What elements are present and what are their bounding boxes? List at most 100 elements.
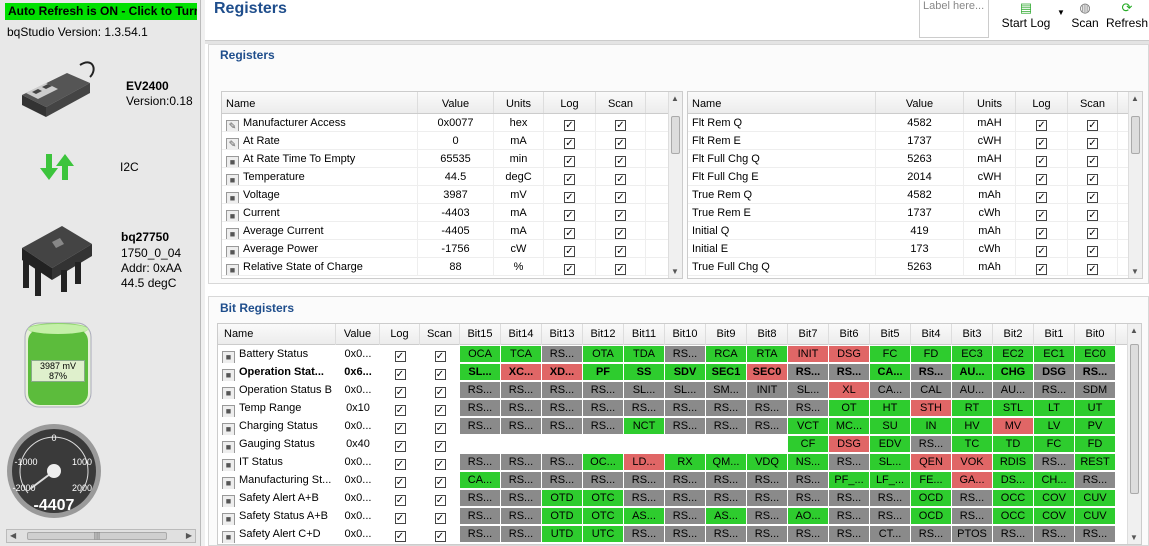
bit-cell[interactable]: DSG: [829, 436, 870, 452]
register-row[interactable]: True Rem Q 4582 mAh ✓ ✓: [688, 186, 1142, 204]
bit-register-row[interactable]: ■ Battery Status 0x0... ✓ ✓ OCA TCA RS... OTA TDA…: [218, 345, 1141, 363]
bit-cell[interactable]: RS...: [788, 526, 829, 542]
register-row[interactable]: ■ Current -4403 mA ✓ ✓: [222, 204, 682, 222]
scan-checkbox[interactable]: ✓: [1087, 228, 1098, 239]
bit-cell[interactable]: RS...: [665, 508, 706, 524]
log-checkbox[interactable]: ✓: [564, 210, 575, 221]
bit-cell[interactable]: FC: [1034, 436, 1075, 452]
col-bit12[interactable]: Bit12: [583, 324, 624, 345]
col-bit2[interactable]: Bit2: [993, 324, 1034, 345]
log-checkbox[interactable]: ✓: [1036, 246, 1047, 257]
bit-cell[interactable]: RS...: [665, 346, 706, 362]
scan-checkbox[interactable]: ✓: [615, 228, 626, 239]
bit-cell[interactable]: RS...: [624, 400, 665, 416]
col-bit10[interactable]: Bit10: [665, 324, 706, 345]
bit-cell[interactable]: UTC: [583, 526, 624, 542]
bit-cell[interactable]: CUV: [1075, 508, 1116, 524]
register-row[interactable]: True Full Chg Q 5263 mAh ✓ ✓: [688, 258, 1142, 276]
scan-button[interactable]: ◍ Scan: [1068, 0, 1102, 38]
bit-cell[interactable]: RS...: [1034, 526, 1075, 542]
scroll-thumb[interactable]: [671, 116, 680, 154]
bit-cell[interactable]: RS...: [911, 436, 952, 452]
bit-cell[interactable]: OCD: [911, 490, 952, 506]
col-bit6[interactable]: Bit6: [829, 324, 870, 345]
bit-cell[interactable]: RS...: [747, 508, 788, 524]
bit-cell[interactable]: EC0: [1075, 346, 1116, 362]
scan-checkbox[interactable]: ✓: [615, 156, 626, 167]
bit-cell[interactable]: FD: [911, 346, 952, 362]
scroll-up-icon[interactable]: ▲: [671, 94, 679, 103]
edit-pencil-icon[interactable]: ✎: [226, 120, 239, 131]
bit-cell[interactable]: HV: [952, 418, 993, 434]
bit-cell[interactable]: RS...: [460, 508, 501, 524]
bit-cell[interactable]: CA...: [870, 364, 911, 380]
bit-cell[interactable]: RS...: [583, 400, 624, 416]
bit-cell[interactable]: RS...: [952, 490, 993, 506]
register-row[interactable]: ■ Average Current -4405 mA ✓ ✓: [222, 222, 682, 240]
bit-cell[interactable]: SL...: [870, 454, 911, 470]
bit-cell[interactable]: OTA: [583, 346, 624, 362]
log-checkbox[interactable]: ✓: [394, 369, 406, 380]
scan-checkbox[interactable]: ✓: [615, 174, 626, 185]
registers-left-scrollbar[interactable]: ▲ ▼: [668, 92, 682, 278]
refresh-button[interactable]: ⟳ Refresh: [1106, 0, 1148, 38]
bit-cell[interactable]: RS...: [542, 382, 583, 398]
bit-cell[interactable]: COV: [1034, 508, 1075, 524]
bit-cell[interactable]: VCT: [788, 418, 829, 434]
col-bit8[interactable]: Bit8: [747, 324, 788, 345]
bit-cell[interactable]: INIT: [747, 382, 788, 398]
bit-cell[interactable]: RS...: [706, 490, 747, 506]
bit-cell[interactable]: TC: [952, 436, 993, 452]
bit-cell[interactable]: RS...: [747, 472, 788, 488]
bit-cell[interactable]: SL...: [665, 382, 706, 398]
bit-cell[interactable]: LF_...: [870, 472, 911, 488]
bit-cell[interactable]: OC...: [583, 454, 624, 470]
bit-cell[interactable]: LV: [1034, 418, 1075, 434]
start-log-dropdown-icon[interactable]: ▼: [1057, 8, 1065, 17]
bit-cell[interactable]: RS...: [1075, 526, 1116, 542]
bit-cell[interactable]: RS...: [870, 490, 911, 506]
register-row[interactable]: Flt Rem E 1737 cWH ✓ ✓: [688, 132, 1142, 150]
bit-cell[interactable]: VDQ: [747, 454, 788, 470]
log-checkbox[interactable]: ✓: [1036, 120, 1047, 131]
bit-register-row[interactable]: ■ IT Status 0x0... ✓ ✓ RS... RS... RS... OC... LD…: [218, 453, 1141, 471]
bit-cell[interactable]: RS...: [624, 526, 665, 542]
label-input[interactable]: Label here...: [919, 0, 989, 38]
bit-cell[interactable]: LT: [1034, 400, 1075, 416]
bit-cell[interactable]: RS...: [706, 400, 747, 416]
scroll-down-icon[interactable]: ▼: [1131, 267, 1139, 276]
register-row[interactable]: Initial Q 419 mAh ✓ ✓: [688, 222, 1142, 240]
scan-checkbox[interactable]: ✓: [1087, 264, 1098, 275]
log-checkbox[interactable]: ✓: [394, 423, 406, 434]
col-bit0[interactable]: Bit0: [1075, 324, 1116, 345]
bit-register-row[interactable]: ■ Operation Stat... 0x6... ✓ ✓ SL... XC... XD..…: [218, 363, 1141, 381]
bit-register-row[interactable]: ■ Gauging Status 0x40 ✓ ✓ CF DSG EDV RS... TC TD FC…: [218, 435, 1141, 453]
bit-cell[interactable]: RCA: [706, 346, 747, 362]
col-log[interactable]: Log: [544, 92, 596, 113]
bit-cell[interactable]: AS...: [624, 508, 665, 524]
scan-checkbox[interactable]: ✓: [434, 423, 446, 434]
bit-cell[interactable]: TD: [993, 436, 1034, 452]
bit-cell[interactable]: QM...: [706, 454, 747, 470]
bit-cell[interactable]: AS...: [706, 508, 747, 524]
scan-checkbox[interactable]: ✓: [1087, 210, 1098, 221]
scroll-left-icon[interactable]: ◀: [10, 531, 16, 540]
bit-cell[interactable]: SEC1: [706, 364, 747, 380]
bit-cell[interactable]: RS...: [993, 526, 1034, 542]
col-log[interactable]: Log: [1016, 92, 1068, 113]
col-bit14[interactable]: Bit14: [501, 324, 542, 345]
bit-register-row[interactable]: ■ Safety Alert A+B 0x0... ✓ ✓ RS... RS... OTD OT…: [218, 489, 1141, 507]
bit-register-row[interactable]: ■ Operation Status B 0x0... ✓ ✓ RS... RS... RS.…: [218, 381, 1141, 399]
register-row[interactable]: ■ Temperature 44.5 degC ✓ ✓: [222, 168, 682, 186]
col-name[interactable]: Name: [218, 324, 336, 345]
bit-cell[interactable]: SL...: [460, 364, 501, 380]
bit-cell[interactable]: RS...: [501, 508, 542, 524]
scan-checkbox[interactable]: ✓: [615, 246, 626, 257]
col-bit9[interactable]: Bit9: [706, 324, 747, 345]
col-bit1[interactable]: Bit1: [1034, 324, 1075, 345]
bit-cell[interactable]: MC...: [829, 418, 870, 434]
registers-right-scrollbar[interactable]: ▲ ▼: [1128, 92, 1142, 278]
bit-cell[interactable]: PV: [1075, 418, 1116, 434]
scan-checkbox[interactable]: ✓: [434, 495, 446, 506]
bit-cell[interactable]: RS...: [460, 400, 501, 416]
